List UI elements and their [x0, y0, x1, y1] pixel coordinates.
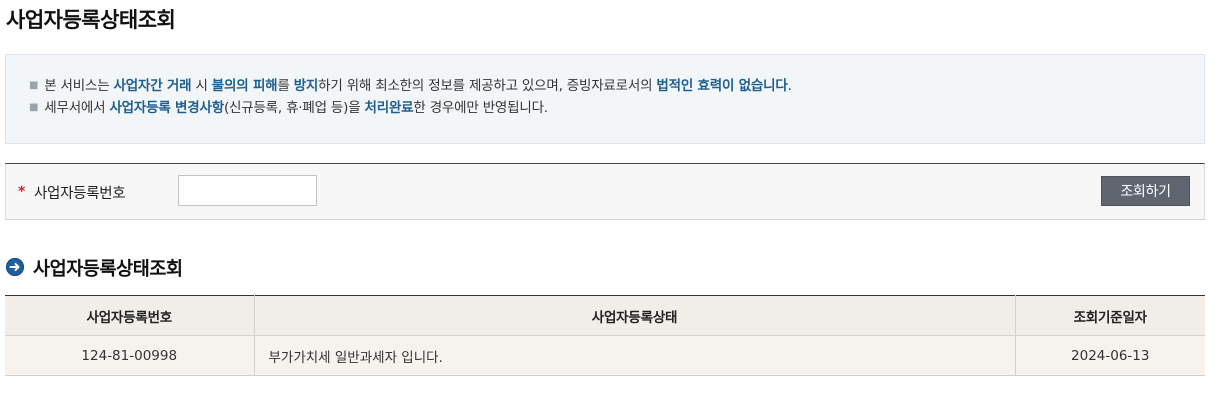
column-header-date: 조회기준일자: [1015, 295, 1205, 336]
required-icon: *: [18, 184, 26, 200]
notice-segment: 시: [191, 78, 212, 94]
notice-highlight: 방지: [293, 78, 319, 94]
notice-segment: 본 서비스는: [44, 78, 114, 94]
notice-text-2: 세무서에서 사업자등록 변경사항(신규등록, 휴·폐업 등)을 처리완료한 경우…: [44, 100, 548, 116]
results-table: 사업자등록번호 사업자등록상태 조회기준일자 124-81-00998 부가가치…: [5, 295, 1205, 376]
table-row: 124-81-00998 부가가치세 일반과세자 입니다. 2024-06-13: [5, 335, 1205, 376]
bullet-icon: ■: [29, 102, 39, 113]
search-form: * 사업자등록번호 조회하기: [5, 163, 1205, 220]
search-button[interactable]: 조회하기: [1101, 176, 1190, 206]
arrow-right-circle-icon: [6, 258, 24, 276]
notice-segment: (신규등록, 휴·폐업 등)을: [223, 100, 365, 116]
column-header-status: 사업자등록상태: [254, 295, 1016, 336]
notice-highlight: 처리완료: [364, 100, 414, 116]
table-header-row: 사업자등록번호 사업자등록상태 조회기준일자: [5, 295, 1205, 336]
business-number-label: 사업자등록번호: [34, 186, 126, 202]
column-header-business-number: 사업자등록번호: [5, 295, 255, 336]
notice-line-2: ■ 세무서에서 사업자등록 변경사항(신규등록, 휴·폐업 등)을 처리완료한 경…: [29, 97, 1204, 119]
bullet-icon: ■: [29, 80, 39, 91]
notice-segment: 세무서에서: [44, 100, 110, 116]
business-number-input[interactable]: [178, 175, 317, 206]
notice-highlight: 불의의 피해: [211, 78, 278, 94]
cell-business-number: 124-81-00998: [5, 335, 255, 376]
notice-segment: 하기 위해 최소한의 정보를 제공하고 있으며, 증빙자료로서의: [318, 78, 657, 94]
notice-text-1: 본 서비스는 사업자간 거래 시 불의의 피해를 방지하기 위해 최소한의 정보…: [44, 78, 792, 94]
notice-line-1: ■ 본 서비스는 사업자간 거래 시 불의의 피해를 방지하기 위해 최소한의 정…: [29, 75, 1204, 97]
notice-segment: 한 경우에만 반영됩니다.: [413, 100, 548, 116]
notice-box: ■ 본 서비스는 사업자간 거래 시 불의의 피해를 방지하기 위해 최소한의 정…: [5, 54, 1205, 144]
cell-date: 2024-06-13: [1015, 335, 1205, 376]
page-title: 사업자등록상태조회: [6, 8, 176, 32]
section-title: 사업자등록상태조회: [33, 259, 183, 280]
notice-highlight: 사업자간 거래: [113, 78, 192, 94]
cell-status: 부가가치세 일반과세자 입니다.: [254, 335, 1016, 376]
notice-highlight: 사업자등록 변경사항: [109, 100, 224, 116]
notice-highlight: 법적인 효력이 없습니다: [656, 78, 788, 94]
notice-segment: .: [787, 78, 792, 94]
notice-segment: 를: [277, 78, 294, 94]
